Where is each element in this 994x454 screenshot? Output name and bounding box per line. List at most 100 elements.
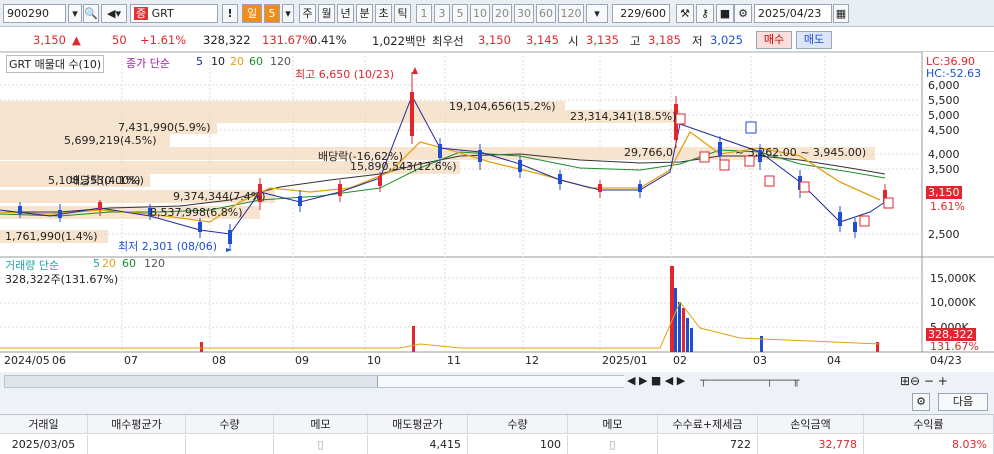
cell-date[interactable]: 2025/03/05 xyxy=(0,435,88,454)
zoom-buttons[interactable]: ⊞⊖ − + xyxy=(900,374,948,388)
profile-label: 29,766,0 xyxy=(624,146,673,159)
volume-ratio: 131.67% xyxy=(262,33,314,47)
sell-signal-icon xyxy=(745,121,757,134)
search-icon[interactable]: 🔍 xyxy=(83,4,99,23)
price-tick: 2,500 xyxy=(928,228,960,241)
x-label: 11 xyxy=(447,354,461,367)
period-week[interactable]: 주 xyxy=(299,4,316,23)
interval-5[interactable]: 5 xyxy=(452,4,468,23)
scroll-thumb[interactable] xyxy=(377,376,625,387)
profile-label: 1,761,990(1.4%) xyxy=(5,230,98,243)
cell-buy-avg[interactable] xyxy=(88,435,186,454)
cell-return[interactable]: 8.03% xyxy=(864,435,994,454)
amount: 1,022백만 xyxy=(372,34,427,48)
turnover: 0.41% xyxy=(310,33,347,47)
period-minute[interactable]: 분 xyxy=(356,4,373,23)
nav-buttons[interactable]: ◀ ▶ ■ ◀ ▶ xyxy=(627,374,685,387)
period-year[interactable]: 년 xyxy=(337,4,354,23)
price-tick: 4,500 xyxy=(928,124,960,137)
trade-table: 거래일 매수평균가 수량 메모 매도평균가 수량 메모 수수료+제세금 손익금액… xyxy=(0,414,994,454)
x-label: 06 xyxy=(52,354,66,367)
cell-qty[interactable] xyxy=(186,435,274,454)
interval-20[interactable]: 20 xyxy=(492,4,512,23)
last-pct: 1.61% xyxy=(930,200,965,213)
price-tick: 6,000 xyxy=(928,79,960,92)
th-sell-avg: 매도평균가 xyxy=(368,415,468,434)
settings-gear-icon[interactable]: ⚙ xyxy=(912,393,930,411)
period-second[interactable]: 초 xyxy=(375,4,392,23)
vol-last-pct: 131.67% xyxy=(930,340,979,353)
next-button[interactable]: 다음 xyxy=(938,393,988,411)
toolbar: 900290 ▾ 🔍 ◀▾ 증 GRT ! 일 5 ▾ 주 월 년 분 초 틱 … xyxy=(0,0,994,27)
period-month[interactable]: 월 xyxy=(318,4,335,23)
scrollbar[interactable] xyxy=(4,375,625,388)
buy-button[interactable]: 매수 xyxy=(756,31,792,49)
period-day-button[interactable]: 일 xyxy=(242,4,262,23)
bid: 3,145 xyxy=(526,33,559,47)
th-return: 수익률 xyxy=(864,415,994,434)
up-arrow-icon: ▲ xyxy=(72,33,81,47)
interval-dropdown[interactable]: ▾ xyxy=(586,4,608,23)
low-note: 최저 2,301 (08/06) xyxy=(118,240,218,253)
interval-30[interactable]: 30 xyxy=(514,4,534,23)
calendar-icon[interactable]: ▦ xyxy=(833,4,849,23)
alert-button[interactable]: ! xyxy=(222,4,238,23)
profile-label: 23,314,341(18.5%) xyxy=(570,110,677,123)
cell-fee[interactable]: 722 xyxy=(658,435,758,454)
volume-value: 328,322주(131.67%) xyxy=(5,273,119,286)
save-icon[interactable]: ■ xyxy=(716,4,734,23)
price-tick: 4,000 xyxy=(928,148,960,161)
change: 50 xyxy=(112,33,127,47)
sound-icon[interactable]: ◀▾ xyxy=(101,4,127,23)
interval-3[interactable]: 3 xyxy=(434,4,450,23)
last-price: 3,150 xyxy=(926,186,962,199)
x-label-right: 04/23 xyxy=(930,354,962,367)
memo-icon[interactable]: ▯ xyxy=(568,435,658,454)
count-input[interactable]: 229/600 xyxy=(612,4,670,23)
x-label: 03 xyxy=(753,354,767,367)
memo-icon[interactable]: ▯ xyxy=(274,435,368,454)
date-input[interactable]: 2025/04/23 xyxy=(754,4,832,23)
ma-10: 10 xyxy=(211,55,225,68)
tool-icon[interactable]: ⚒ xyxy=(676,4,694,23)
high-marker-icon xyxy=(412,67,418,74)
sell-button[interactable]: 매도 xyxy=(796,31,832,49)
period-dropdown-icon[interactable]: ▾ xyxy=(282,4,294,23)
th-qty: 수량 xyxy=(186,415,274,434)
cell-qty2[interactable]: 100 xyxy=(468,435,568,454)
low-label: 저 xyxy=(692,34,703,48)
dropdown-arrow-icon[interactable]: ▾ xyxy=(68,4,82,23)
interval-60[interactable]: 60 xyxy=(536,4,556,23)
chart-legend-title[interactable]: GRT 매물대 수(10) xyxy=(6,55,105,73)
x-label: 04 xyxy=(827,354,841,367)
profile-label: 15,890,543(12.6%) xyxy=(350,160,457,173)
ma-60: 60 xyxy=(249,55,263,68)
interval-1[interactable]: 1 xyxy=(416,4,432,23)
key-icon[interactable]: ⚷ xyxy=(696,4,714,23)
ma-5: 5 xyxy=(196,55,203,68)
stock-code-input[interactable]: 900290 xyxy=(3,4,66,23)
open: 3,135 xyxy=(586,33,619,47)
profile-label: 8,537,998(6.8%) xyxy=(150,206,243,219)
interval-10[interactable]: 10 xyxy=(470,4,490,23)
th-buy-avg: 매수평균가 xyxy=(88,415,186,434)
x-label: 08 xyxy=(212,354,226,367)
profile-label: 9,374,344(7.4%) xyxy=(173,190,266,203)
open-label: 시 xyxy=(568,34,579,48)
price-chart[interactable]: GRT 매물대 수(10) 종가 단순 5 10 20 60 120 LC:36… xyxy=(0,52,994,372)
profile-label: 5,699,219(4.5%) xyxy=(64,134,157,147)
cell-profit[interactable]: 32,778 xyxy=(758,435,864,454)
period-tick[interactable]: 틱 xyxy=(394,4,411,23)
stock-name-input[interactable]: 증 GRT xyxy=(130,4,218,23)
price-tick: 3,500 xyxy=(928,163,960,176)
cell-sell-avg[interactable]: 4,415 xyxy=(368,435,468,454)
interval-120[interactable]: 120 xyxy=(558,4,584,23)
period-num[interactable]: 5 xyxy=(264,4,280,23)
low: 3,025 xyxy=(710,33,743,47)
vol-ma-5: 5 xyxy=(93,257,100,270)
zoom-slider[interactable]: ┬─────────┬───╥ xyxy=(700,374,799,387)
gear-icon[interactable]: ⚙ xyxy=(734,4,752,23)
change-pct: +1.61% xyxy=(140,33,187,47)
vol-tick: 10,000K xyxy=(930,296,976,309)
low-marker-icon xyxy=(226,248,232,252)
